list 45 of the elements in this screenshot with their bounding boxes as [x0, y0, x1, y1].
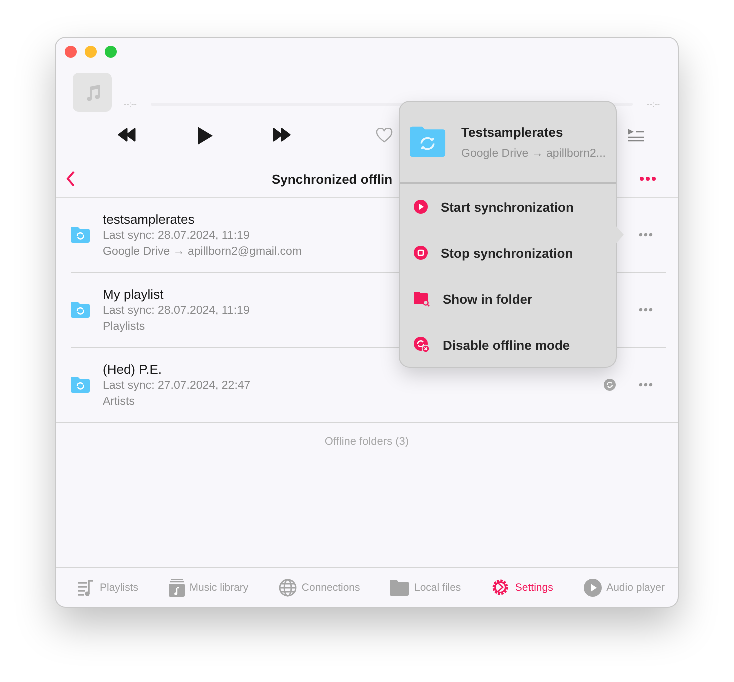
elapsed-time: --:-- — [124, 100, 137, 109]
last-sync-text: Last sync: 28.07.2024, 11:19 — [103, 228, 250, 244]
page-title: Synchronized offlin — [271, 172, 394, 186]
menu-item[interactable]: Stop synchronization — [400, 230, 616, 276]
folder-icon — [390, 580, 410, 596]
more-icon[interactable] — [640, 177, 656, 181]
fast-forward-icon[interactable] — [273, 128, 291, 142]
sync-folder-icon — [71, 302, 90, 318]
rewind-icon[interactable] — [118, 128, 136, 142]
folder-name: My playlist — [103, 286, 164, 302]
last-sync-text: Last sync: 28.07.2024, 11:19 — [103, 304, 250, 318]
menu-subtitle: Google Drive → apillborn2... — [462, 148, 606, 160]
source-text: Google Drive → apillborn2@gmail.com — [103, 244, 302, 260]
queue-icon[interactable] — [627, 128, 645, 142]
last-sync-text: Last sync: 27.07.2024, 22:47 — [103, 378, 251, 394]
folder-name: testsamplerates — [103, 210, 195, 228]
back-icon[interactable] — [66, 171, 76, 187]
minimize-button[interactable] — [85, 46, 97, 58]
remaining-time: --:-- — [647, 100, 660, 109]
close-button[interactable] — [65, 46, 77, 58]
sync-folder-icon — [410, 125, 446, 159]
play-circle-icon — [584, 578, 602, 596]
source-text: Playlists — [103, 320, 146, 334]
sync-folder-icon — [71, 377, 90, 393]
zoom-button[interactable] — [105, 46, 117, 58]
more-icon[interactable] — [639, 233, 653, 237]
menu-title: Testsamplerates — [462, 124, 564, 140]
playlist-icon — [77, 578, 95, 596]
menu-item[interactable]: Show in folder — [400, 276, 616, 322]
sync-off-icon — [414, 337, 430, 353]
heart-icon[interactable] — [376, 128, 393, 143]
play-icon[interactable] — [196, 126, 214, 146]
play-icon — [414, 200, 428, 214]
tab-bar-item[interactable]: Settings — [491, 578, 554, 597]
more-icon[interactable] — [639, 308, 653, 312]
stop-icon — [414, 246, 428, 260]
more-icon[interactable] — [639, 383, 653, 387]
settings-icon — [491, 578, 510, 597]
folder-name: (Hed) P.E. — [103, 360, 162, 378]
folder-search-icon — [414, 292, 430, 306]
source-text: Artists — [103, 394, 135, 410]
globe-icon — [278, 578, 297, 596]
sync-folder-icon — [71, 227, 90, 243]
music-library-icon — [168, 578, 185, 596]
folder-count: Offline folders (3) — [56, 422, 678, 448]
